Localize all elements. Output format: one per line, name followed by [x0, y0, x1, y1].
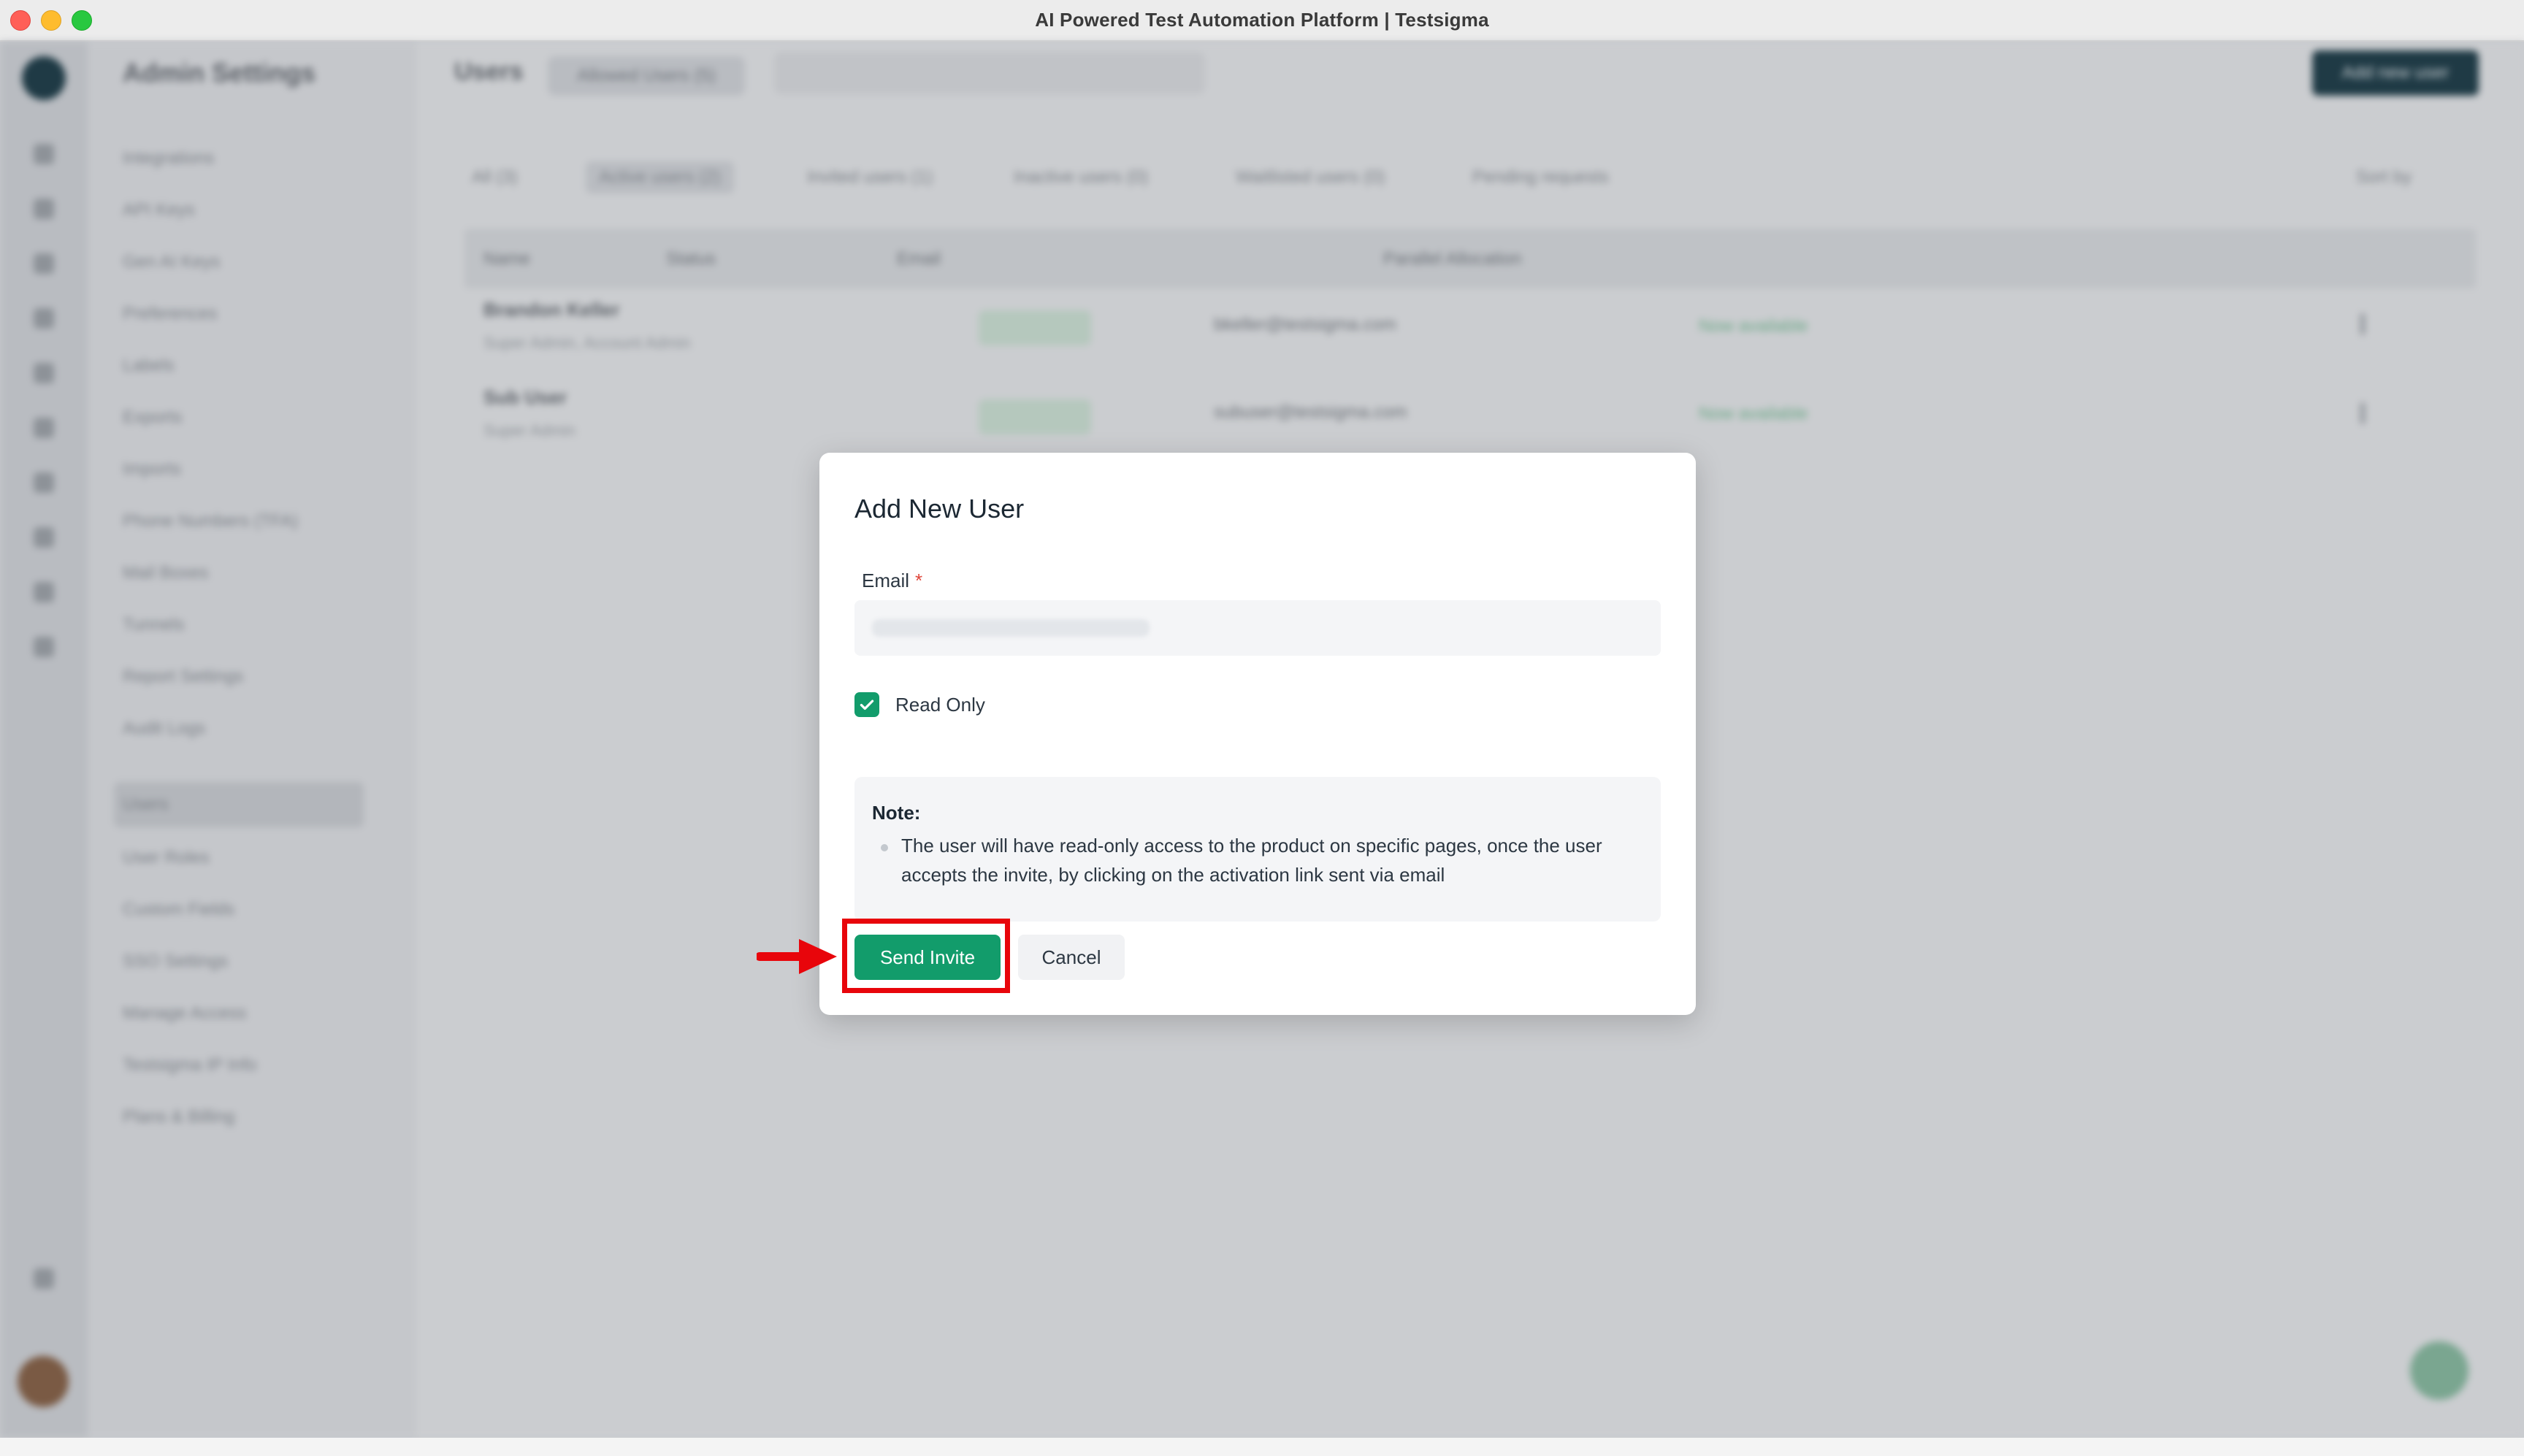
search-input[interactable]: [774, 52, 1205, 94]
window-title: AI Powered Test Automation Platform | Te…: [1035, 9, 1489, 31]
filter-tab[interactable]: Inactive users (0): [1014, 167, 1148, 188]
note-title: Note:: [872, 802, 921, 824]
minimize-window-button[interactable]: [41, 10, 61, 31]
nav-title: Admin Settings: [123, 58, 316, 88]
runs-icon[interactable]: [34, 363, 54, 383]
settings-icon[interactable]: [34, 582, 54, 602]
nav-item[interactable]: Custom Fields: [123, 900, 234, 920]
nav-item[interactable]: SSO Settings: [123, 951, 228, 972]
table-header: Name Status Email Parallel Allocation: [464, 229, 2476, 288]
nav-item[interactable]: Phone Numbers (TFA): [123, 511, 298, 532]
nav-item[interactable]: API Keys: [123, 200, 195, 221]
column-header: Status: [666, 249, 716, 269]
analytics-icon[interactable]: [34, 637, 54, 657]
row-email: subuser@testsigma.com: [1214, 402, 1407, 422]
filter-tab[interactable]: All (3): [472, 167, 518, 188]
cancel-button[interactable]: Cancel: [1018, 935, 1125, 980]
arrow-right-icon: [757, 939, 837, 974]
nav-item[interactable]: Gen AI Keys: [123, 252, 220, 272]
note-box: Note: The user will have read-only acces…: [854, 777, 1661, 922]
chat-support-icon[interactable]: [2410, 1341, 2468, 1400]
row-allocation: Now available: [1699, 404, 1808, 424]
more-options-icon[interactable]: [2360, 313, 2365, 335]
close-window-button[interactable]: [10, 10, 31, 31]
email-field-value-redacted: [872, 619, 1150, 637]
nav-item[interactable]: Tunnels: [123, 615, 185, 635]
row-email: bkeller@testsigma.com: [1214, 315, 1396, 334]
nav-item[interactable]: Plans & Billing: [123, 1107, 234, 1127]
nav-item[interactable]: Mail Boxes: [123, 563, 208, 583]
dashboard-icon[interactable]: [34, 144, 54, 164]
filter-tab[interactable]: Waitlisted users (0): [1236, 167, 1385, 188]
app-logo-icon[interactable]: [22, 56, 66, 100]
read-only-checkbox[interactable]: [854, 692, 879, 717]
nav-item[interactable]: Audit Logs: [123, 719, 205, 739]
filter-tab[interactable]: Pending requests: [1472, 167, 1609, 188]
reports-icon[interactable]: [34, 418, 54, 438]
nav-item[interactable]: Integrations: [123, 148, 214, 169]
window-titlebar: AI Powered Test Automation Platform | Te…: [0, 0, 2524, 42]
user-avatar[interactable]: [18, 1356, 69, 1407]
allowed-users-badge: Allowed Users (5): [548, 56, 745, 96]
dialog-title: Add New User: [854, 494, 1025, 524]
column-header: Email: [897, 249, 941, 269]
check-icon: [860, 700, 874, 710]
nav-item[interactable]: Exports: [123, 407, 182, 428]
nav-item[interactable]: Manage Access: [123, 1003, 246, 1024]
email-label-text: Email: [862, 570, 910, 591]
row-allocation: Now available: [1699, 316, 1808, 336]
add-new-user-button[interactable]: Add new user: [2312, 50, 2479, 96]
column-header: Name: [483, 249, 531, 269]
edit-icon[interactable]: [34, 308, 54, 329]
nav-item[interactable]: Labels: [123, 356, 175, 376]
row-role: Super Admin: [483, 421, 575, 440]
integrations-icon[interactable]: [34, 472, 54, 493]
icon-rail: [0, 42, 88, 1438]
filter-tab-active[interactable]: Active users (2): [586, 161, 734, 194]
maximize-window-button[interactable]: [72, 10, 92, 31]
tests-icon[interactable]: [34, 253, 54, 274]
nav-item[interactable]: User Roles: [123, 848, 210, 868]
nav-item[interactable]: Report Settings: [123, 667, 243, 687]
bullet-icon: [881, 844, 888, 851]
note-text: The user will have read-only access to t…: [901, 835, 1602, 886]
admin-settings-nav: Admin Settings Integrations API Keys Gen…: [88, 42, 416, 1438]
highlight-annotation-box: [842, 919, 1010, 993]
page-title: Users: [454, 58, 524, 85]
more-options-icon[interactable]: [2360, 402, 2365, 424]
nav-item-users[interactable]: Users: [114, 782, 364, 827]
email-label: Email *: [862, 570, 922, 592]
nav-item[interactable]: Imports: [123, 459, 181, 480]
status-badge: [979, 310, 1091, 345]
sort-dropdown[interactable]: Sort by: [2356, 167, 2412, 188]
row-name[interactable]: Sub User: [483, 386, 567, 409]
row-role: Super Admin, Account Admin: [483, 334, 691, 352]
row-name[interactable]: Brandon Keller: [483, 299, 619, 321]
data-icon[interactable]: [34, 527, 54, 548]
nav-item[interactable]: Testsigma IP Info: [123, 1055, 257, 1076]
column-header: Parallel Allocation: [1383, 249, 1522, 269]
window-bottom-edge: [0, 1438, 2524, 1456]
traffic-lights: [10, 10, 92, 31]
projects-icon[interactable]: [34, 199, 54, 219]
required-mark: *: [915, 570, 923, 591]
read-only-label[interactable]: Read Only: [895, 694, 985, 716]
filter-tab[interactable]: Invited users (1): [807, 167, 933, 188]
help-icon[interactable]: [34, 1268, 54, 1289]
nav-item[interactable]: Preferences: [123, 304, 217, 324]
status-badge: [979, 399, 1091, 434]
